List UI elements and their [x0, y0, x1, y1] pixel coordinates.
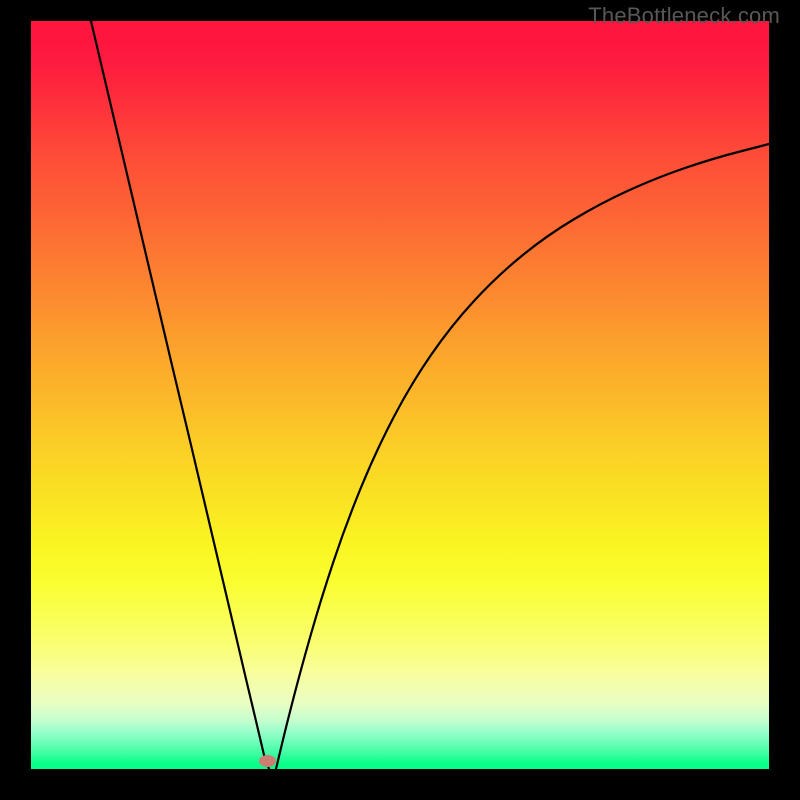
chart-area [31, 21, 769, 769]
bottleneck-curve [31, 21, 769, 769]
watermark-text: TheBottleneck.com [588, 3, 780, 29]
optimal-point-marker [259, 755, 276, 767]
curve-right-branch [276, 144, 769, 769]
curve-left-branch [91, 21, 269, 769]
